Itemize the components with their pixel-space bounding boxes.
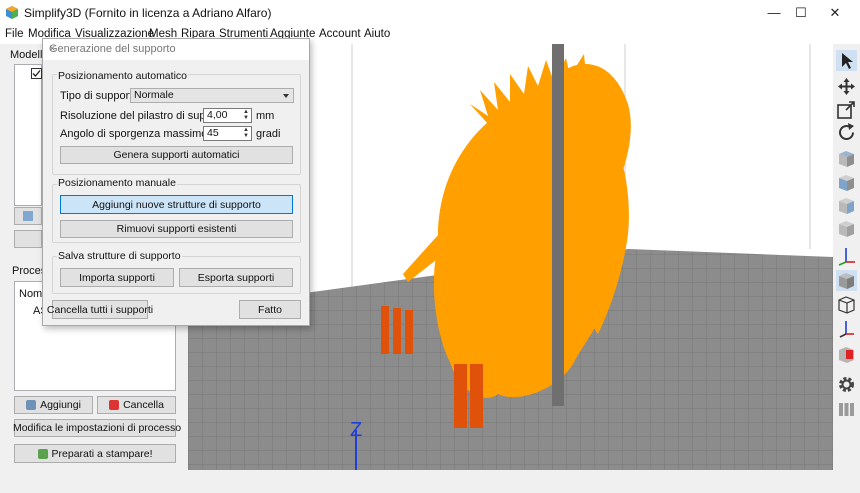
solid-view-icon[interactable]: [836, 270, 857, 291]
cancel-all-supports-label: Cancella tutti i supporti: [46, 303, 154, 316]
angle-unit: gradi: [256, 128, 281, 140]
chevron-down-icon: [283, 94, 289, 98]
pillar-resolution-value: 4,00: [207, 109, 228, 121]
import-supports-label: Importa supporti: [79, 271, 155, 284]
pillar-resolution-input[interactable]: 4,00 ▲ ▼: [203, 108, 252, 123]
window-title: Simplify3D (Fornito in licenza a Adriano…: [24, 6, 272, 20]
auto-placement-title: Posizionamento automatico: [57, 70, 188, 82]
rotate-icon[interactable]: [836, 122, 857, 143]
z-axis-label: Z: [350, 419, 362, 441]
edit-process-settings-button[interactable]: Modifica le impostazioni di processo: [13, 419, 181, 437]
axes-icon[interactable]: [836, 245, 857, 266]
model-import-button[interactable]: [14, 207, 42, 225]
view-cube-iso-icon[interactable]: [836, 218, 857, 239]
close-window-button[interactable]: ✕: [818, 0, 852, 26]
overhang-angle-value: 45: [207, 127, 219, 139]
delete-process-label: Cancella: [123, 399, 164, 411]
move-icon[interactable]: [836, 76, 857, 97]
menu-aiuto[interactable]: Aiuto: [364, 28, 390, 40]
prepare-label: Preparati a stampare!: [51, 447, 153, 460]
angle-spinner-icon[interactable]: ▲ ▼: [241, 127, 251, 140]
print-icon: [37, 448, 48, 459]
edit-process-label: Modifica le impostazioni di processo: [12, 422, 182, 434]
done-label: Fatto: [258, 303, 282, 316]
cube-icon: [23, 211, 33, 221]
overhang-angle-input[interactable]: 45 ▲ ▼: [203, 126, 252, 141]
save-structures-title: Salva strutture di supporto: [57, 250, 182, 262]
generate-auto-supports-label: Genera supporti automatici: [113, 149, 240, 161]
app-icon: [6, 6, 18, 19]
add-support-structures-label: Aggiungi nuove strutture di supporto: [92, 198, 261, 211]
supports-icon[interactable]: [836, 398, 857, 419]
done-button[interactable]: Fatto: [239, 300, 301, 319]
overhang-angle-label: Angolo di sporgenza massimo: [60, 128, 208, 140]
prepare-to-print-button[interactable]: Preparati a stampare!: [14, 444, 176, 463]
models-label: Modelli: [10, 49, 45, 61]
generate-auto-supports-button[interactable]: Genera supporti automatici: [60, 146, 293, 164]
maximize-button[interactable]: ☐: [784, 0, 818, 26]
menu-file[interactable]: File: [5, 28, 24, 40]
import-supports-button[interactable]: Importa supporti: [60, 268, 174, 287]
wireframe-view-icon[interactable]: [836, 294, 857, 315]
scale-icon[interactable]: [836, 99, 857, 120]
right-toolbar: [833, 44, 860, 470]
status-bar: [188, 470, 860, 493]
add-process-icon: [26, 400, 37, 410]
model-secondary-button[interactable]: [14, 230, 42, 248]
manual-placement-title: Posizionamento manuale: [57, 177, 177, 189]
title-bar: Simplify3D (Fornito in licenza a Adriano…: [0, 0, 860, 26]
support-generation-dialog: Generazione del supporto × Posizionament…: [42, 38, 310, 326]
center-pillar: [552, 44, 564, 406]
export-supports-label: Esporta supporti: [197, 271, 275, 284]
axis-toggle-icon[interactable]: [836, 318, 857, 339]
menu-account[interactable]: Account: [319, 28, 361, 40]
add-support-structures-button[interactable]: Aggiungi nuove strutture di supporto: [60, 195, 293, 214]
support-type-label: Tipo di supporto: [60, 90, 139, 102]
delete-process-icon: [109, 400, 120, 410]
cancel-all-supports-button[interactable]: Cancella tutti i supporti: [47, 300, 153, 319]
select-arrow-icon[interactable]: [836, 50, 857, 71]
dialog-title-bar[interactable]: Generazione del supporto ×: [43, 39, 309, 60]
cross-section-icon[interactable]: [836, 344, 857, 365]
view-cube-side-icon[interactable]: [836, 195, 857, 216]
view-cube-front-icon[interactable]: [836, 172, 857, 193]
delete-process-button[interactable]: Cancella: [97, 396, 176, 414]
view-cube-top-icon[interactable]: [836, 148, 857, 169]
models-list[interactable]: [14, 64, 42, 206]
support-type-value: Normale: [134, 89, 174, 101]
remove-supports-button[interactable]: Rimuovi supporti esistenti: [60, 220, 293, 238]
export-supports-button[interactable]: Esporta supporti: [179, 268, 293, 287]
add-process-label: Aggiungi: [40, 399, 81, 411]
dialog-close-icon[interactable]: ×: [49, 43, 303, 55]
pillar-unit: mm: [256, 110, 275, 122]
model-checkbox[interactable]: [31, 68, 42, 79]
support-type-select[interactable]: Normale: [130, 88, 294, 103]
pillar-spinner-icon[interactable]: ▲ ▼: [241, 109, 251, 122]
add-process-button[interactable]: Aggiungi: [14, 396, 93, 414]
settings-gear-icon[interactable]: [836, 374, 857, 395]
remove-supports-label: Rimuovi supporti esistenti: [116, 223, 237, 235]
